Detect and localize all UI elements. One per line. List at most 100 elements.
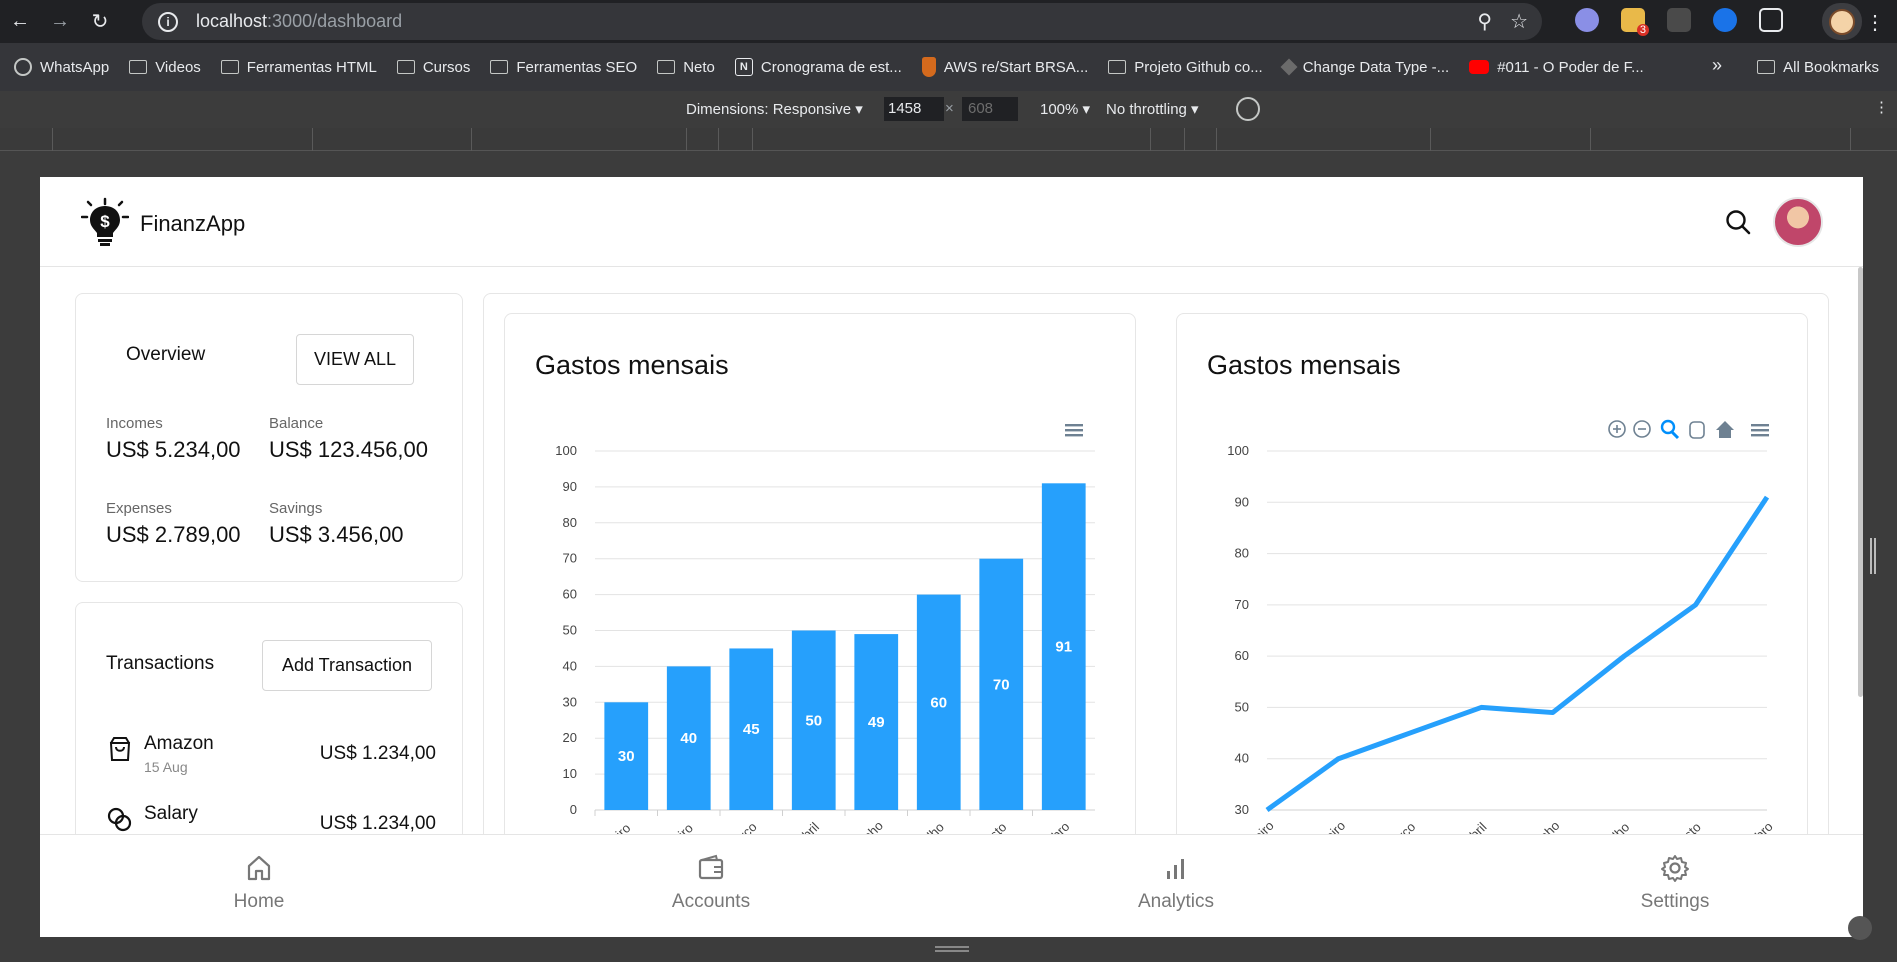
nav-label: Home — [233, 891, 285, 912]
bookmark-item[interactable]: Ferramentas SEO — [482, 59, 649, 76]
profile-button[interactable] — [1822, 3, 1862, 40]
bookmark-item[interactable]: WhatsApp — [6, 58, 121, 76]
throttling-select[interactable]: No throttling ▾ — [1106, 100, 1199, 118]
avatar[interactable] — [1773, 197, 1823, 247]
y-tick-label: 90 — [563, 479, 577, 494]
dimensions-select[interactable]: Dimensions: Responsive ▾ — [686, 100, 863, 118]
transaction-name: Salary — [144, 803, 198, 824]
device-menu-icon[interactable]: ⋮ — [1874, 98, 1889, 116]
overview-card: Overview VIEW ALL Incomes US$ 5.234,00 B… — [75, 293, 463, 582]
zoom-select[interactable]: 100% ▾ — [1040, 100, 1090, 118]
browser-toolbar: ← → ↻ i localhost:3000/dashboard ⚲ ☆ 3 ⋮ — [0, 0, 1897, 43]
overview-title: Overview — [126, 344, 206, 365]
brand-name: FinanzApp — [140, 211, 246, 236]
y-tick-label: 40 — [1235, 751, 1249, 766]
y-tick-label: 60 — [1235, 648, 1249, 663]
nav-settings[interactable]: Settings — [1595, 853, 1755, 913]
site-info-icon[interactable]: i — [158, 11, 178, 32]
y-tick-label: 80 — [563, 515, 577, 530]
nav-analytics[interactable]: Analytics — [1096, 853, 1256, 913]
extension-audio-icon[interactable] — [1713, 8, 1737, 32]
height-input[interactable]: 608 — [962, 97, 1018, 121]
forward-arrow-icon[interactable]: → — [40, 2, 80, 42]
device-toolbar: Dimensions: Responsive ▾ 1458 × 608 100%… — [0, 91, 1897, 128]
resize-handle-right[interactable] — [1870, 538, 1876, 574]
y-tick-label: 30 — [563, 694, 577, 709]
width-input[interactable]: 1458 — [884, 97, 944, 121]
line-chart: 30405060708090100eiro eiro rco bril aho lho st… — [1227, 419, 1776, 844]
pan-hand-icon-palm — [1689, 421, 1705, 439]
add-transaction-button[interactable]: Add Transaction — [262, 640, 432, 691]
extensions-puzzle-icon[interactable] — [1759, 8, 1783, 32]
folder-icon — [1108, 60, 1127, 74]
folder-icon — [220, 60, 239, 74]
menu-icon — [1065, 424, 1083, 437]
bookmark-item[interactable]: Videos — [121, 59, 213, 76]
nav-label: Settings — [1640, 891, 1710, 912]
notion-icon: N — [734, 58, 753, 76]
bookmark-item[interactable]: Neto — [649, 59, 727, 76]
diamond-icon — [1280, 58, 1298, 76]
bar-data-label: 49 — [868, 714, 885, 731]
y-tick-label: 0 — [570, 802, 577, 817]
aws-icon — [921, 57, 936, 77]
transaction-amount: US$ 1.234,00 — [319, 743, 436, 764]
bar-data-label: 30 — [618, 748, 635, 765]
y-tick-label: 30 — [1235, 802, 1249, 817]
pan-hand-icon — [1689, 421, 1705, 439]
bookmark-item[interactable]: AWS re/Start BRSA... — [914, 57, 1100, 77]
zoom-magnifier-icon[interactable]: ⚲ — [1477, 9, 1492, 34]
magnifier-icon — [1660, 419, 1680, 440]
y-tick-label: 80 — [1235, 546, 1249, 561]
y-tick-label: 100 — [555, 443, 577, 458]
y-tick-label: 90 — [1235, 494, 1249, 509]
page-scrollbar[interactable] — [1858, 267, 1863, 697]
extension-gear-icon[interactable] — [1575, 8, 1599, 32]
transaction-amount: US$ 1.234,00 — [319, 813, 436, 834]
bar-data-label: 40 — [680, 730, 697, 747]
y-tick-label: 60 — [563, 587, 577, 602]
bookmark-star-icon[interactable]: ☆ — [1510, 9, 1528, 34]
bar-data-label: 50 — [805, 712, 822, 729]
resize-handle-bottom[interactable] — [935, 946, 969, 952]
bookmark-item[interactable]: Change Data Type -... — [1275, 59, 1461, 76]
extension-badge-count: 3 — [1636, 24, 1649, 36]
nav-label: Accounts — [671, 891, 751, 912]
menu-bar-line — [1751, 429, 1769, 432]
list-item[interactable]: Amazon 15 Aug US$ 1.234,00 — [106, 733, 436, 783]
whatsapp-icon — [14, 58, 32, 76]
extension-badge-icon[interactable]: 3 — [1621, 8, 1649, 36]
all-bookmarks[interactable]: All Bookmarks — [1749, 43, 1891, 91]
y-tick-label: 70 — [563, 551, 577, 566]
bookmark-item[interactable]: #011 - O Poder de F... — [1461, 59, 1655, 76]
wallet-icon — [698, 854, 724, 880]
times-sign: × — [945, 100, 954, 117]
reload-icon[interactable]: ↻ — [80, 2, 120, 42]
address-bar[interactable]: i localhost:3000/dashboard ⚲ ☆ — [142, 3, 1542, 40]
y-tick-label: 50 — [563, 623, 577, 638]
svg-text:$: $ — [100, 212, 110, 231]
bookmark-item[interactable]: N Cronograma de est... — [727, 58, 914, 76]
browser-menu-icon[interactable]: ⋮ — [1865, 10, 1885, 35]
nav-accounts[interactable]: Accounts — [631, 853, 791, 913]
shopping-bag-icon — [109, 737, 131, 761]
menu-bar-line — [1065, 434, 1083, 437]
view-all-button[interactable]: VIEW ALL — [296, 334, 414, 385]
bookmark-item[interactable]: Ferramentas HTML — [213, 59, 389, 76]
search-icon[interactable] — [1725, 209, 1751, 235]
extension-tool-icon[interactable] — [1667, 8, 1691, 32]
back-arrow-icon[interactable]: ← — [0, 2, 40, 42]
bar-data-label: 45 — [743, 721, 760, 738]
transaction-date: 15 Aug — [144, 759, 188, 775]
nav-home[interactable]: Home — [179, 853, 339, 913]
y-tick-label: 50 — [1235, 699, 1249, 714]
bookmark-item[interactable]: Projeto Github co... — [1100, 59, 1274, 76]
rotate-icon[interactable] — [1236, 97, 1260, 121]
chevron-more-icon[interactable]: » — [1712, 55, 1722, 76]
bookmark-item[interactable]: Cursos — [389, 59, 483, 76]
corner-resize-icon[interactable] — [1848, 916, 1872, 940]
app-header: $ FinanzApp — [40, 177, 1863, 267]
lightbulb-dollar-icon: $ — [81, 197, 129, 246]
home-reset-icon-shape — [1716, 421, 1734, 438]
y-tick-label: 40 — [563, 658, 577, 673]
